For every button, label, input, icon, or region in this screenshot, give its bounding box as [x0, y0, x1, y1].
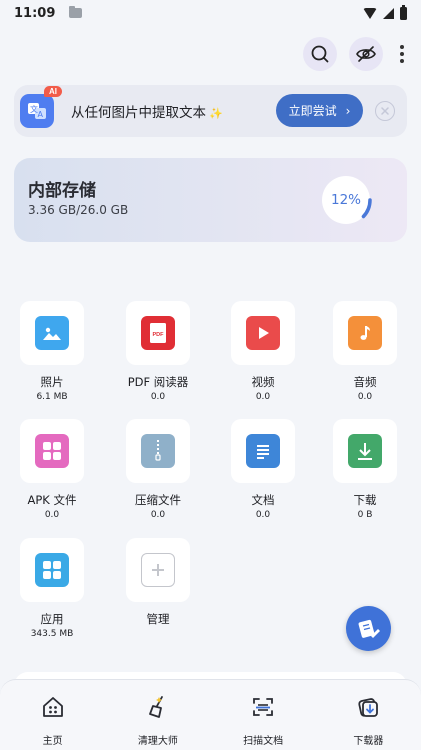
video-icon	[246, 316, 280, 350]
category-item[interactable]: 管理	[113, 538, 203, 627]
category-label: PDF 阅读器	[127, 375, 189, 389]
close-icon	[381, 107, 389, 115]
download-icon	[348, 434, 382, 468]
eye-off-icon	[356, 46, 376, 62]
downloader-icon	[353, 692, 383, 722]
category-size: 0.0	[150, 510, 166, 520]
category-tile[interactable]	[231, 301, 295, 365]
category-tile[interactable]: PDF	[126, 301, 190, 365]
category-label: 视频	[251, 375, 275, 389]
status-time: 11:09	[14, 5, 56, 21]
category-tile[interactable]	[231, 419, 295, 483]
ai-banner-label: 从任何图片中提取文本	[71, 105, 206, 121]
category-size: 0 B	[357, 510, 373, 520]
folder-notification-icon	[69, 6, 83, 18]
category-item[interactable]: 应用 343.5 MB	[7, 538, 97, 639]
category-tile[interactable]	[20, 419, 84, 483]
try-now-button[interactable]: 立即尝试 ›	[276, 94, 363, 127]
category-item[interactable]: 照片 6.1 MB	[7, 301, 97, 402]
scan-icon	[248, 692, 278, 722]
home-icon	[38, 692, 68, 722]
apps-icon	[35, 553, 69, 587]
storage-size: 3.36 GB/26.0 GB	[28, 203, 129, 217]
music-icon	[348, 316, 382, 350]
hidden-files-button[interactable]	[349, 37, 383, 71]
category-size: 0.0	[357, 392, 373, 402]
category-item[interactable]: APK 文件 0.0	[7, 419, 97, 520]
pdf-icon: PDF	[141, 316, 175, 350]
category-tile[interactable]	[126, 419, 190, 483]
category-tile[interactable]	[333, 419, 397, 483]
nav-item-cleaner[interactable]: 清理大师	[105, 680, 210, 750]
status-bar: 11:09	[0, 0, 421, 26]
category-size: 343.5 MB	[30, 629, 74, 639]
ai-text-extract-banner[interactable]: 文 A AI 从任何图片中提取文本 ✨ 立即尝试 ›	[14, 85, 407, 137]
category-tile[interactable]	[20, 301, 84, 365]
ai-banner-text: 从任何图片中提取文本 ✨	[71, 101, 223, 121]
storage-percent: 12%	[330, 192, 361, 208]
feedback-fab[interactable]	[346, 606, 391, 651]
svg-text:A: A	[38, 110, 44, 119]
category-size: 0.0	[255, 392, 271, 402]
category-item[interactable]: 视频 0.0	[218, 301, 308, 402]
category-item[interactable]: PDF PDF 阅读器 0.0	[113, 301, 203, 402]
zip-icon	[141, 434, 175, 468]
category-tile[interactable]	[126, 538, 190, 602]
category-label: 压缩文件	[135, 493, 181, 507]
nav-label-home: 主页	[42, 736, 63, 747]
category-item[interactable]: 文档 0.0	[218, 419, 308, 520]
category-label: 文档	[251, 493, 275, 507]
chevron-right-icon: ›	[345, 103, 351, 118]
category-label: 照片	[40, 375, 64, 389]
nav-item-downloader[interactable]: 下载器	[316, 680, 421, 750]
category-size: 0.0	[44, 510, 60, 520]
wifi-icon	[363, 7, 377, 19]
ai-badge: AI	[44, 86, 62, 97]
search-button[interactable]	[303, 37, 337, 71]
nav-label-downloader: 下载器	[353, 736, 384, 747]
search-icon	[311, 45, 329, 63]
broom-icon	[143, 692, 173, 722]
nav-item-home[interactable]: 主页	[0, 680, 105, 750]
internal-storage-card[interactable]: 内部存储 3.36 GB/26.0 GB 12%	[14, 158, 407, 242]
category-tile[interactable]	[20, 538, 84, 602]
try-now-label: 立即尝试	[288, 104, 337, 118]
sparkle-icon: ✨	[209, 107, 223, 120]
category-label: 音频	[353, 375, 377, 389]
nav-label-cleaner: 清理大师	[137, 736, 178, 747]
svg-text:PDF: PDF	[153, 332, 165, 338]
bottom-navigation: 主页 清理大师 扫描文档 下载器	[0, 679, 421, 750]
edit-note-icon	[358, 619, 380, 638]
nav-item-scan[interactable]: 扫描文档	[211, 680, 316, 750]
close-banner-button[interactable]	[375, 101, 395, 121]
battery-icon	[400, 4, 407, 20]
nav-label-scan: 扫描文档	[243, 736, 284, 747]
apk-icon	[35, 434, 69, 468]
category-label: APK 文件	[27, 493, 77, 507]
add-icon	[141, 553, 175, 587]
category-item[interactable]: 压缩文件 0.0	[113, 419, 203, 520]
document-icon	[246, 434, 280, 468]
category-size: 6.1 MB	[36, 392, 68, 402]
more-options-button[interactable]	[395, 41, 409, 67]
category-item[interactable]: 下载 0 B	[320, 419, 410, 520]
category-label: 下载	[353, 493, 377, 507]
top-actions	[303, 37, 409, 71]
category-tile[interactable]	[333, 301, 397, 365]
storage-title: 内部存储	[28, 181, 96, 201]
category-label: 应用	[40, 612, 64, 626]
ai-translate-icon: 文 A AI	[20, 86, 62, 128]
signal-icon	[383, 7, 394, 19]
category-label: 管理	[146, 612, 170, 626]
category-size: 0.0	[150, 392, 166, 402]
category-item[interactable]: 音频 0.0	[320, 301, 410, 402]
photo-icon	[35, 316, 69, 350]
category-size: 0.0	[255, 510, 271, 520]
